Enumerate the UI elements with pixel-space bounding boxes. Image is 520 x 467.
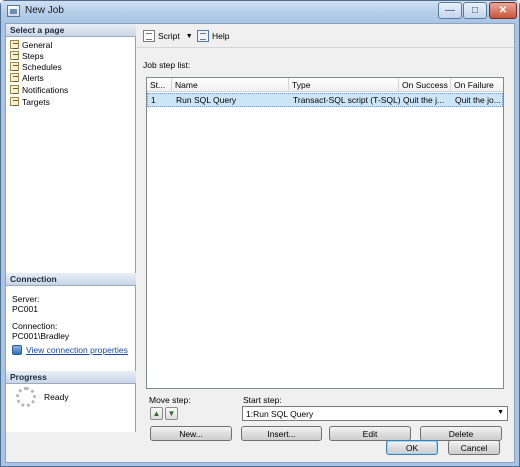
progress-spinner-icon xyxy=(16,387,36,407)
page-icon xyxy=(10,51,19,60)
progress-status: Ready xyxy=(44,392,69,402)
chevron-down-icon: ▼ xyxy=(185,32,193,40)
server-value: PC001 xyxy=(12,304,38,314)
page-item-notifications[interactable]: Notifications xyxy=(10,84,68,95)
close-button[interactable]: ✕ xyxy=(489,2,517,19)
cell-on-failure: Quit the jo... xyxy=(455,95,501,105)
window-title: New Job xyxy=(25,5,64,16)
cell-step: 1 xyxy=(151,95,156,105)
grid-header: St... Name Type On Success On Failure xyxy=(147,78,503,92)
help-label: Help xyxy=(212,31,230,41)
view-connection-properties-label: View connection properties xyxy=(26,345,128,355)
maximize-icon: □ xyxy=(471,5,479,16)
insert-step-label: Insert... xyxy=(267,428,296,439)
page-item-schedules[interactable]: Schedules xyxy=(10,61,62,72)
connection-label: Connection: xyxy=(12,321,58,331)
page-icon xyxy=(10,97,19,106)
start-step-value: 1:Run SQL Query xyxy=(246,409,314,419)
edit-step-button[interactable]: Edit xyxy=(329,426,411,441)
server-label: Server: xyxy=(12,294,40,304)
arrow-down-icon: ▼ xyxy=(167,409,176,418)
delete-step-button[interactable]: Delete xyxy=(420,426,502,441)
page-item-targets[interactable]: Targets xyxy=(10,96,50,107)
page-icon xyxy=(10,40,19,49)
help-button[interactable]: Help xyxy=(197,30,229,42)
move-step-up-button[interactable]: ▲ xyxy=(150,407,163,420)
cell-type: Transact-SQL script (T-SQL) xyxy=(293,95,400,105)
page-item-label: Alerts xyxy=(22,72,44,83)
page-item-alerts[interactable]: Alerts xyxy=(10,72,44,83)
page-item-label: Schedules xyxy=(22,61,62,72)
page-item-label: General xyxy=(22,39,53,50)
job-step-list-label: Job step list: xyxy=(143,60,191,70)
maximize-button[interactable]: □ xyxy=(463,2,487,19)
toolbar: Script ▼ Help xyxy=(137,24,514,48)
progress-header: Progress xyxy=(6,371,136,384)
column-header-name[interactable]: Name xyxy=(172,78,289,92)
move-step-down-button[interactable]: ▼ xyxy=(165,407,178,420)
page-icon xyxy=(10,62,19,71)
page-item-label: Targets xyxy=(22,96,50,107)
column-header-type[interactable]: Type xyxy=(289,78,399,92)
chevron-down-icon: ▼ xyxy=(497,409,504,416)
edit-step-label: Edit xyxy=(362,428,378,439)
script-label: Script xyxy=(158,31,180,41)
move-step-label: Move step: xyxy=(149,395,191,405)
job-step-grid[interactable]: St... Name Type On Success On Failure 1 … xyxy=(146,77,504,389)
insert-step-button[interactable]: Insert... xyxy=(241,426,322,441)
right-pane: Script ▼ Help Job step list: St... Name … xyxy=(137,24,514,441)
app-icon xyxy=(7,5,20,17)
cancel-label: Cancel xyxy=(460,442,488,453)
script-button[interactable]: Script ▼ xyxy=(143,30,193,42)
new-job-window: New Job — □ ✕ Select a page General Step… xyxy=(0,0,520,467)
page-item-general[interactable]: General xyxy=(10,39,52,50)
new-step-label: New... xyxy=(179,428,203,439)
arrow-up-icon: ▲ xyxy=(152,409,161,418)
delete-step-label: Delete xyxy=(448,428,474,439)
column-header-on-failure[interactable]: On Failure xyxy=(451,78,503,92)
select-page-header: Select a page xyxy=(6,24,136,37)
page-item-steps[interactable]: Steps xyxy=(10,50,44,61)
start-step-select[interactable]: 1:Run SQL Query ▼ xyxy=(242,406,508,421)
title-bar[interactable]: New Job — □ ✕ xyxy=(1,1,519,23)
cell-on-success: Quit the j... xyxy=(403,95,445,105)
connection-header: Connection xyxy=(6,273,136,286)
view-connection-properties-link[interactable]: View connection properties xyxy=(12,345,128,355)
left-pane: Select a page General Steps Schedules Al… xyxy=(6,24,136,432)
ok-button[interactable]: OK xyxy=(386,440,438,455)
start-step-label: Start step: xyxy=(243,395,282,405)
cancel-button[interactable]: Cancel xyxy=(448,440,500,455)
new-step-button[interactable]: New... xyxy=(150,426,232,441)
close-icon: ✕ xyxy=(498,5,508,16)
script-icon xyxy=(143,30,155,42)
connection-value: PC001\Bradley xyxy=(12,331,70,341)
page-icon xyxy=(10,85,19,94)
dialog-client-area: Select a page General Steps Schedules Al… xyxy=(5,23,515,463)
page-item-label: Steps xyxy=(22,50,44,61)
column-header-step[interactable]: St... xyxy=(147,78,172,92)
ok-label: OK xyxy=(405,442,419,453)
minimize-icon: — xyxy=(445,5,455,16)
connection-properties-icon xyxy=(12,345,22,355)
minimize-button[interactable]: — xyxy=(438,2,462,19)
page-icon xyxy=(10,73,19,82)
page-item-label: Notifications xyxy=(22,84,69,95)
cell-name: Run SQL Query xyxy=(176,95,237,105)
help-icon xyxy=(197,30,209,42)
table-row[interactable]: 1 Run SQL Query Transact-SQL script (T-S… xyxy=(147,93,503,107)
column-header-on-success[interactable]: On Success xyxy=(399,78,451,92)
